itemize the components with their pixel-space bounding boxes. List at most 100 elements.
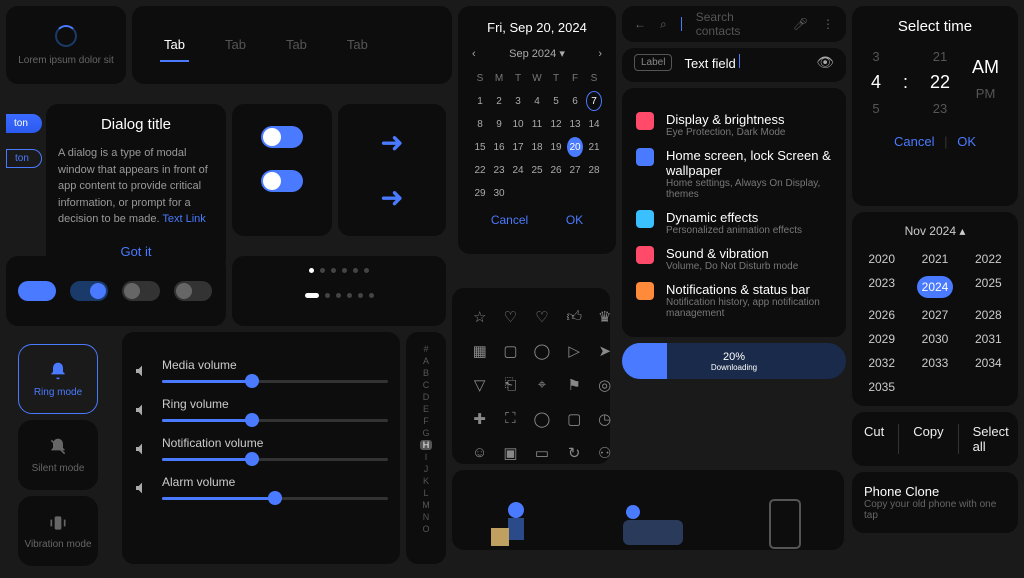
stop-icon[interactable]: ▢ (503, 342, 517, 360)
switch-on-primary[interactable] (18, 281, 56, 301)
tabs-card: Tab Tab Tab Tab (132, 6, 452, 84)
ctx-select-all[interactable]: Select all (973, 424, 1023, 454)
flag-icon[interactable]: ⚑ (566, 376, 582, 394)
circle-icon[interactable]: ◯ (534, 342, 551, 360)
settings-item[interactable]: Display & brightnessEye Protection, Dark… (636, 112, 832, 138)
play-icon[interactable]: ▷ (566, 342, 582, 360)
settings-item[interactable]: Dynamic effectsPersonalized animation ef… (636, 210, 832, 236)
time-cancel-button[interactable]: Cancel (894, 134, 934, 149)
visibility-icon[interactable]: 👁 (816, 54, 834, 71)
send-icon[interactable]: ➤ (598, 342, 611, 360)
dialog-card: Dialog title A dialog is a type of modal… (46, 104, 226, 271)
search-header: ← ⌕ Search contacts 🎤︎ ⋮ (622, 6, 846, 42)
year-month[interactable]: Nov 2024 ▴ (864, 224, 1006, 238)
phone-illustration-icon (760, 490, 810, 550)
cal-next-icon[interactable]: › (598, 48, 602, 60)
bookmark-icon[interactable]: ⎗ (503, 376, 517, 394)
refresh-icon[interactable]: ↻ (566, 444, 582, 462)
cal-month[interactable]: Sep 2024 ▾ (509, 47, 565, 60)
grid-icon[interactable]: ▦ (472, 342, 487, 360)
heart-icon-2[interactable]: ♡ (534, 308, 551, 326)
pagination-card (232, 256, 446, 326)
volume-slider[interactable]: Notification volume (134, 436, 388, 461)
dialog-link[interactable]: Text Link (162, 213, 205, 225)
thumbs-up-icon[interactable]: 👍︎ (566, 308, 582, 326)
tab-2[interactable]: Tab (282, 29, 311, 62)
field-label: Label (634, 54, 672, 71)
spinner-caption: Lorem ipsum dolor sit (18, 55, 114, 66)
icon-grid: ☆ ♡ ♡ 👍︎ ♛ ▦ ▢ ◯ ▷ ➤ ▽ ⎗ ⌖ ⚑ ◎ ✚ ⛶ ◯ ▢ ◷ ☺ ▣ ▭ ↻ ⚇ (452, 288, 610, 464)
cal-ok-button[interactable]: OK (566, 213, 583, 227)
mic-icon[interactable]: 🎤︎ (793, 17, 808, 31)
phone-clone-card[interactable]: Phone Clone Copy your old phone with one… (852, 472, 1018, 533)
cal-prev-icon[interactable]: ‹ (472, 48, 476, 60)
search-icon[interactable]: ⌕ (660, 17, 667, 32)
plus-icon[interactable]: ✚ (472, 410, 487, 428)
toggle-on-2[interactable] (261, 170, 303, 192)
ctx-copy[interactable]: Copy (913, 424, 958, 454)
heart-icon[interactable]: ♡ (503, 308, 517, 326)
calendar-title: Fri, Sep 20, 2024 (472, 20, 602, 35)
pin-icon[interactable]: ⌖ (534, 376, 551, 394)
time-picker: Select time 345:212223AMPM Cancel | OK (852, 6, 1018, 206)
person-icon[interactable]: ⚇ (598, 444, 611, 462)
ring-mode-button[interactable]: Ring mode (18, 344, 98, 414)
filter-icon[interactable]: ▽ (472, 376, 487, 394)
alpha-index[interactable]: #ABCDEFGHIJKLMNO (406, 332, 446, 564)
settings-list: Display & brightnessEye Protection, Dark… (622, 88, 846, 337)
primary-button[interactable]: ton (6, 114, 42, 133)
layers-icon[interactable]: ▣ (503, 444, 517, 462)
switch-on[interactable] (70, 281, 108, 301)
target-icon[interactable]: ◎ (598, 376, 611, 394)
tab-3[interactable]: Tab (343, 29, 372, 62)
tab-0[interactable]: Tab (160, 29, 189, 62)
settings-item[interactable]: Sound & vibrationVolume, Do Not Disturb … (636, 246, 832, 272)
settings-item[interactable]: Home screen, lock Screen & wallpaperHome… (636, 148, 832, 200)
crown-icon[interactable]: ♛ (598, 308, 611, 326)
dialog-body: A dialog is a type of modal window that … (58, 145, 214, 228)
ctx-cut[interactable]: Cut (864, 424, 899, 454)
context-menu: Cut Copy Select all (852, 412, 1018, 466)
dialog-title: Dialog title (58, 116, 214, 133)
year-picker: Nov 2024 ▴ 20202021202220232024202520262… (852, 212, 1018, 406)
star-icon[interactable]: ☆ (472, 308, 487, 326)
volume-slider[interactable]: Alarm volume (134, 475, 388, 500)
calendar-card: Fri, Sep 20, 2024 ‹ Sep 2024 ▾ › SMTWTFS… (458, 6, 616, 254)
emoji-icon[interactable]: ☺ (472, 444, 487, 462)
volume-slider[interactable]: Ring volume (134, 397, 388, 422)
tab-1[interactable]: Tab (221, 29, 250, 62)
volume-sliders: Media volume Ring volume Notification volu… (122, 332, 400, 564)
calendar-grid[interactable]: SMTWTFS123456789101112131415161718192021… (472, 68, 602, 203)
arrow-right-icon-2: ➜ (380, 181, 403, 214)
crop-icon[interactable]: ⛶ (503, 410, 517, 428)
sound-modes: Ring mode Silent mode Vibration mode (6, 332, 116, 578)
cal-cancel-button[interactable]: Cancel (491, 213, 528, 227)
vibration-mode-button[interactable]: Vibration mode (18, 496, 98, 566)
text-field[interactable]: Text field (684, 54, 740, 71)
switches-card (6, 256, 226, 326)
person-illustration-icon (486, 490, 546, 550)
arrows-card: ➜ ➜ (338, 104, 446, 236)
time-title: Select time (864, 18, 1006, 35)
square-icon[interactable]: ▢ (566, 410, 582, 428)
ring-icon[interactable]: ◯ (534, 410, 551, 428)
loading-spinner (55, 25, 77, 47)
time-ok-button[interactable]: OK (957, 134, 976, 149)
silent-mode-button[interactable]: Silent mode (18, 420, 98, 490)
switch-off[interactable] (122, 281, 160, 301)
illustration-card (452, 470, 844, 550)
more-icon[interactable]: ⋮ (822, 17, 834, 31)
clock-icon[interactable]: ◷ (598, 410, 611, 428)
outline-button[interactable]: ton (6, 149, 42, 168)
progress-bar: 20%Downloading (622, 343, 846, 379)
search-input[interactable]: Search contacts (696, 10, 779, 38)
switch-off-2[interactable] (174, 281, 212, 301)
back-icon[interactable]: ← (634, 17, 646, 31)
arrow-right-icon: ➜ (380, 126, 403, 159)
toggle-on[interactable] (261, 126, 303, 148)
chat-icon[interactable]: ▭ (534, 444, 551, 462)
textfield-card: Label Text field 👁 (622, 48, 846, 82)
settings-item[interactable]: Notifications & status barNotification h… (636, 282, 832, 319)
spinner-card: Lorem ipsum dolor sit (6, 6, 126, 84)
volume-slider[interactable]: Media volume (134, 358, 388, 383)
